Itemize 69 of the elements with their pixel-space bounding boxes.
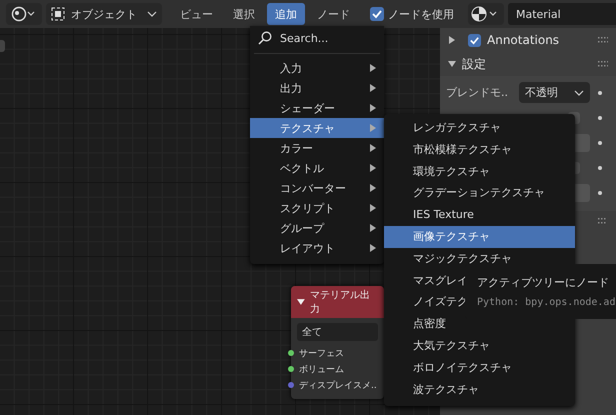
menu-item[interactable]: レンガテクスチャ xyxy=(384,117,575,139)
object-mode-icon xyxy=(51,7,65,21)
chevron-down-icon xyxy=(574,88,584,96)
socket-dot[interactable] xyxy=(288,382,294,388)
keyframe-dot[interactable] xyxy=(598,190,602,194)
menu-item[interactable]: ノード xyxy=(309,3,358,25)
menu-item[interactable]: 入力 xyxy=(250,58,384,78)
menu-item[interactable]: 大気テクスチャ xyxy=(384,334,575,357)
menu-item[interactable]: 画像テクスチャ xyxy=(384,226,575,248)
collapse-triangle-icon[interactable] xyxy=(297,299,305,305)
socket-dot[interactable] xyxy=(288,350,294,356)
panel-title: 設定 xyxy=(462,56,487,72)
blend-mode-label: ブレンドモ.. xyxy=(446,85,509,100)
editor-type-button[interactable] xyxy=(6,3,42,25)
menu-item[interactable]: レイアウト xyxy=(250,238,384,258)
menu-item[interactable]: 選択 xyxy=(225,3,263,25)
search-icon xyxy=(258,31,272,45)
submenu-arrow-icon xyxy=(370,164,376,172)
material-name-field[interactable]: Material xyxy=(508,3,616,25)
submenu-arrow-icon xyxy=(370,244,376,252)
use-nodes-label: ノードを使用 xyxy=(388,6,454,22)
menu-item[interactable]: シェーダー xyxy=(250,98,384,118)
menu-item[interactable]: テクスチャ xyxy=(250,118,384,138)
keyframe-dot[interactable] xyxy=(598,166,602,170)
use-nodes-checkbox[interactable] xyxy=(370,7,384,21)
search-menu-item[interactable]: Search... xyxy=(250,26,384,50)
target-dropdown[interactable]: 全て xyxy=(297,323,378,341)
submenu-arrow-icon xyxy=(370,64,376,72)
menu-item[interactable]: 追加 xyxy=(267,3,305,25)
menu-item[interactable]: ビュー xyxy=(172,3,221,25)
drag-grip-icon[interactable] xyxy=(598,37,608,43)
drag-grip-icon[interactable] xyxy=(598,218,608,224)
menu-item[interactable]: コンバーター xyxy=(250,178,384,198)
keyframe-dot[interactable] xyxy=(598,116,602,120)
material-output-node[interactable]: マテリアル出力 全て サーフェス ボリューム ディスプレイスメ.. xyxy=(291,286,384,399)
tooltip-python-path: Python: bpy.ops.node.ad xyxy=(477,296,616,310)
menu-item[interactable]: スクリプト xyxy=(250,198,384,218)
keyframe-dot[interactable] xyxy=(598,140,602,144)
socket-label: ボリューム xyxy=(299,364,344,376)
menu-item[interactable]: 環境テクスチャ xyxy=(384,160,575,182)
menu-item[interactable]: ベクトル xyxy=(250,158,384,178)
submenu-arrow-icon xyxy=(370,104,376,112)
menu-item[interactable]: グラデーションテクスチャ xyxy=(384,182,575,204)
chevron-down-icon xyxy=(147,10,157,18)
material-slot-dropdown[interactable] xyxy=(468,3,504,25)
submenu-arrow-icon xyxy=(370,124,376,132)
menu-item[interactable]: IES Texture xyxy=(384,204,575,226)
menu-item[interactable]: グループ xyxy=(250,218,384,238)
submenu-arrow-icon xyxy=(370,144,376,152)
submenu-arrow-icon xyxy=(370,84,376,92)
menu-item[interactable]: 波テクスチャ xyxy=(384,378,575,400)
tooltip-text: アクティブツリーにノード xyxy=(477,275,610,291)
keyframe-dot[interactable] xyxy=(598,90,602,94)
submenu-arrow-icon xyxy=(370,204,376,212)
menu-item[interactable]: ボロノイテクスチャ xyxy=(384,356,575,379)
socket-dot[interactable] xyxy=(288,366,294,372)
menu-item[interactable]: 出力 xyxy=(250,78,384,98)
socket-label: サーフェス xyxy=(299,348,344,360)
panel-checkbox[interactable] xyxy=(468,34,481,46)
drag-grip-icon[interactable] xyxy=(598,61,608,67)
node-title: マテリアル出力 xyxy=(310,288,371,316)
submenu-arrow-icon xyxy=(370,184,376,192)
socket-label: ディスプレイスメ.. xyxy=(299,379,377,392)
menu-item[interactable]: カラー xyxy=(250,138,384,158)
submenu-arrow-icon xyxy=(370,224,376,232)
panel-title: Annotations xyxy=(487,33,560,47)
blend-mode-dropdown[interactable]: 不透明 xyxy=(519,82,590,103)
mode-dropdown[interactable]: オブジェクト xyxy=(46,3,162,25)
menu-item[interactable]: 市松模様テクスチャ xyxy=(384,138,575,161)
